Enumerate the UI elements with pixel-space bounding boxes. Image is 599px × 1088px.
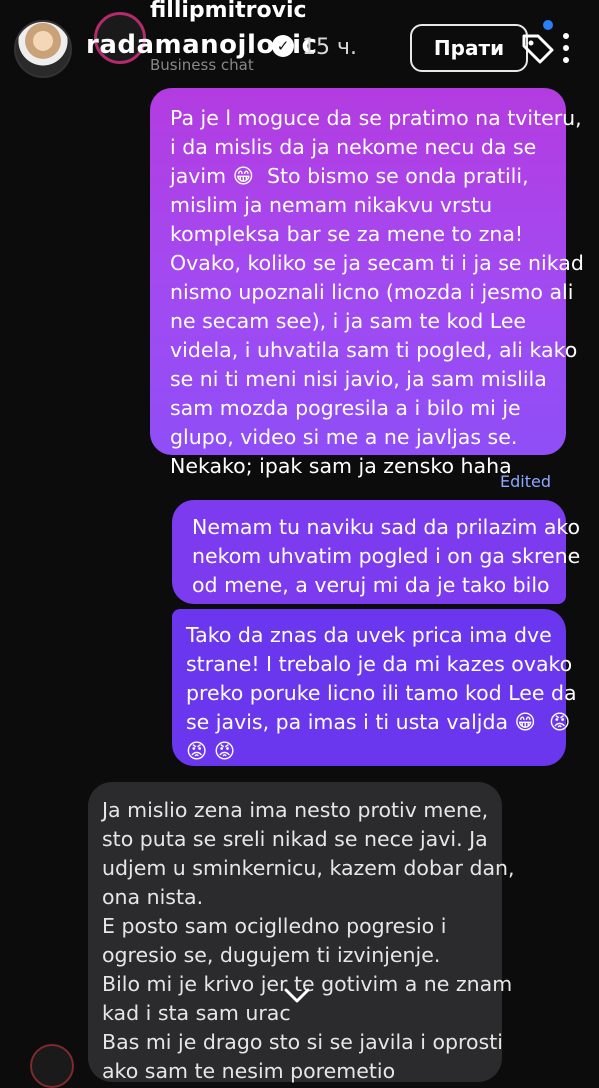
top-username[interactable]: fillipmitrovic (150, 0, 307, 23)
story-header: fillipmitrovic radamanojlovic ✓ 15 ч. Bu… (0, 0, 599, 100)
verified-badge-icon: ✓ (272, 35, 294, 57)
message-bubble-sent[interactable]: Nemam tu naviku sad da prilazim ako neko… (172, 500, 580, 604)
notification-dot (543, 20, 553, 30)
tag-icon[interactable] (518, 30, 558, 66)
message-bubble-sent[interactable]: Tako da znas da uvek prica ima dve stran… (172, 609, 577, 766)
chat-subtitle: Business chat (150, 56, 254, 74)
post-time: 15 ч. (302, 35, 357, 60)
reply-avatar (30, 1044, 74, 1088)
more-options-icon[interactable] (558, 30, 574, 66)
follow-button[interactable]: Прати (410, 24, 528, 72)
message-bubble-received[interactable]: Ja mislio zena ima nesto protiv mene, st… (88, 782, 515, 1083)
profile-avatar[interactable] (14, 20, 72, 78)
message-bubble-sent[interactable]: Pa je l moguce da se pratimo na tviteru,… (150, 88, 584, 478)
chevron-down-icon[interactable] (282, 985, 312, 1007)
edited-label: Edited (500, 472, 551, 491)
